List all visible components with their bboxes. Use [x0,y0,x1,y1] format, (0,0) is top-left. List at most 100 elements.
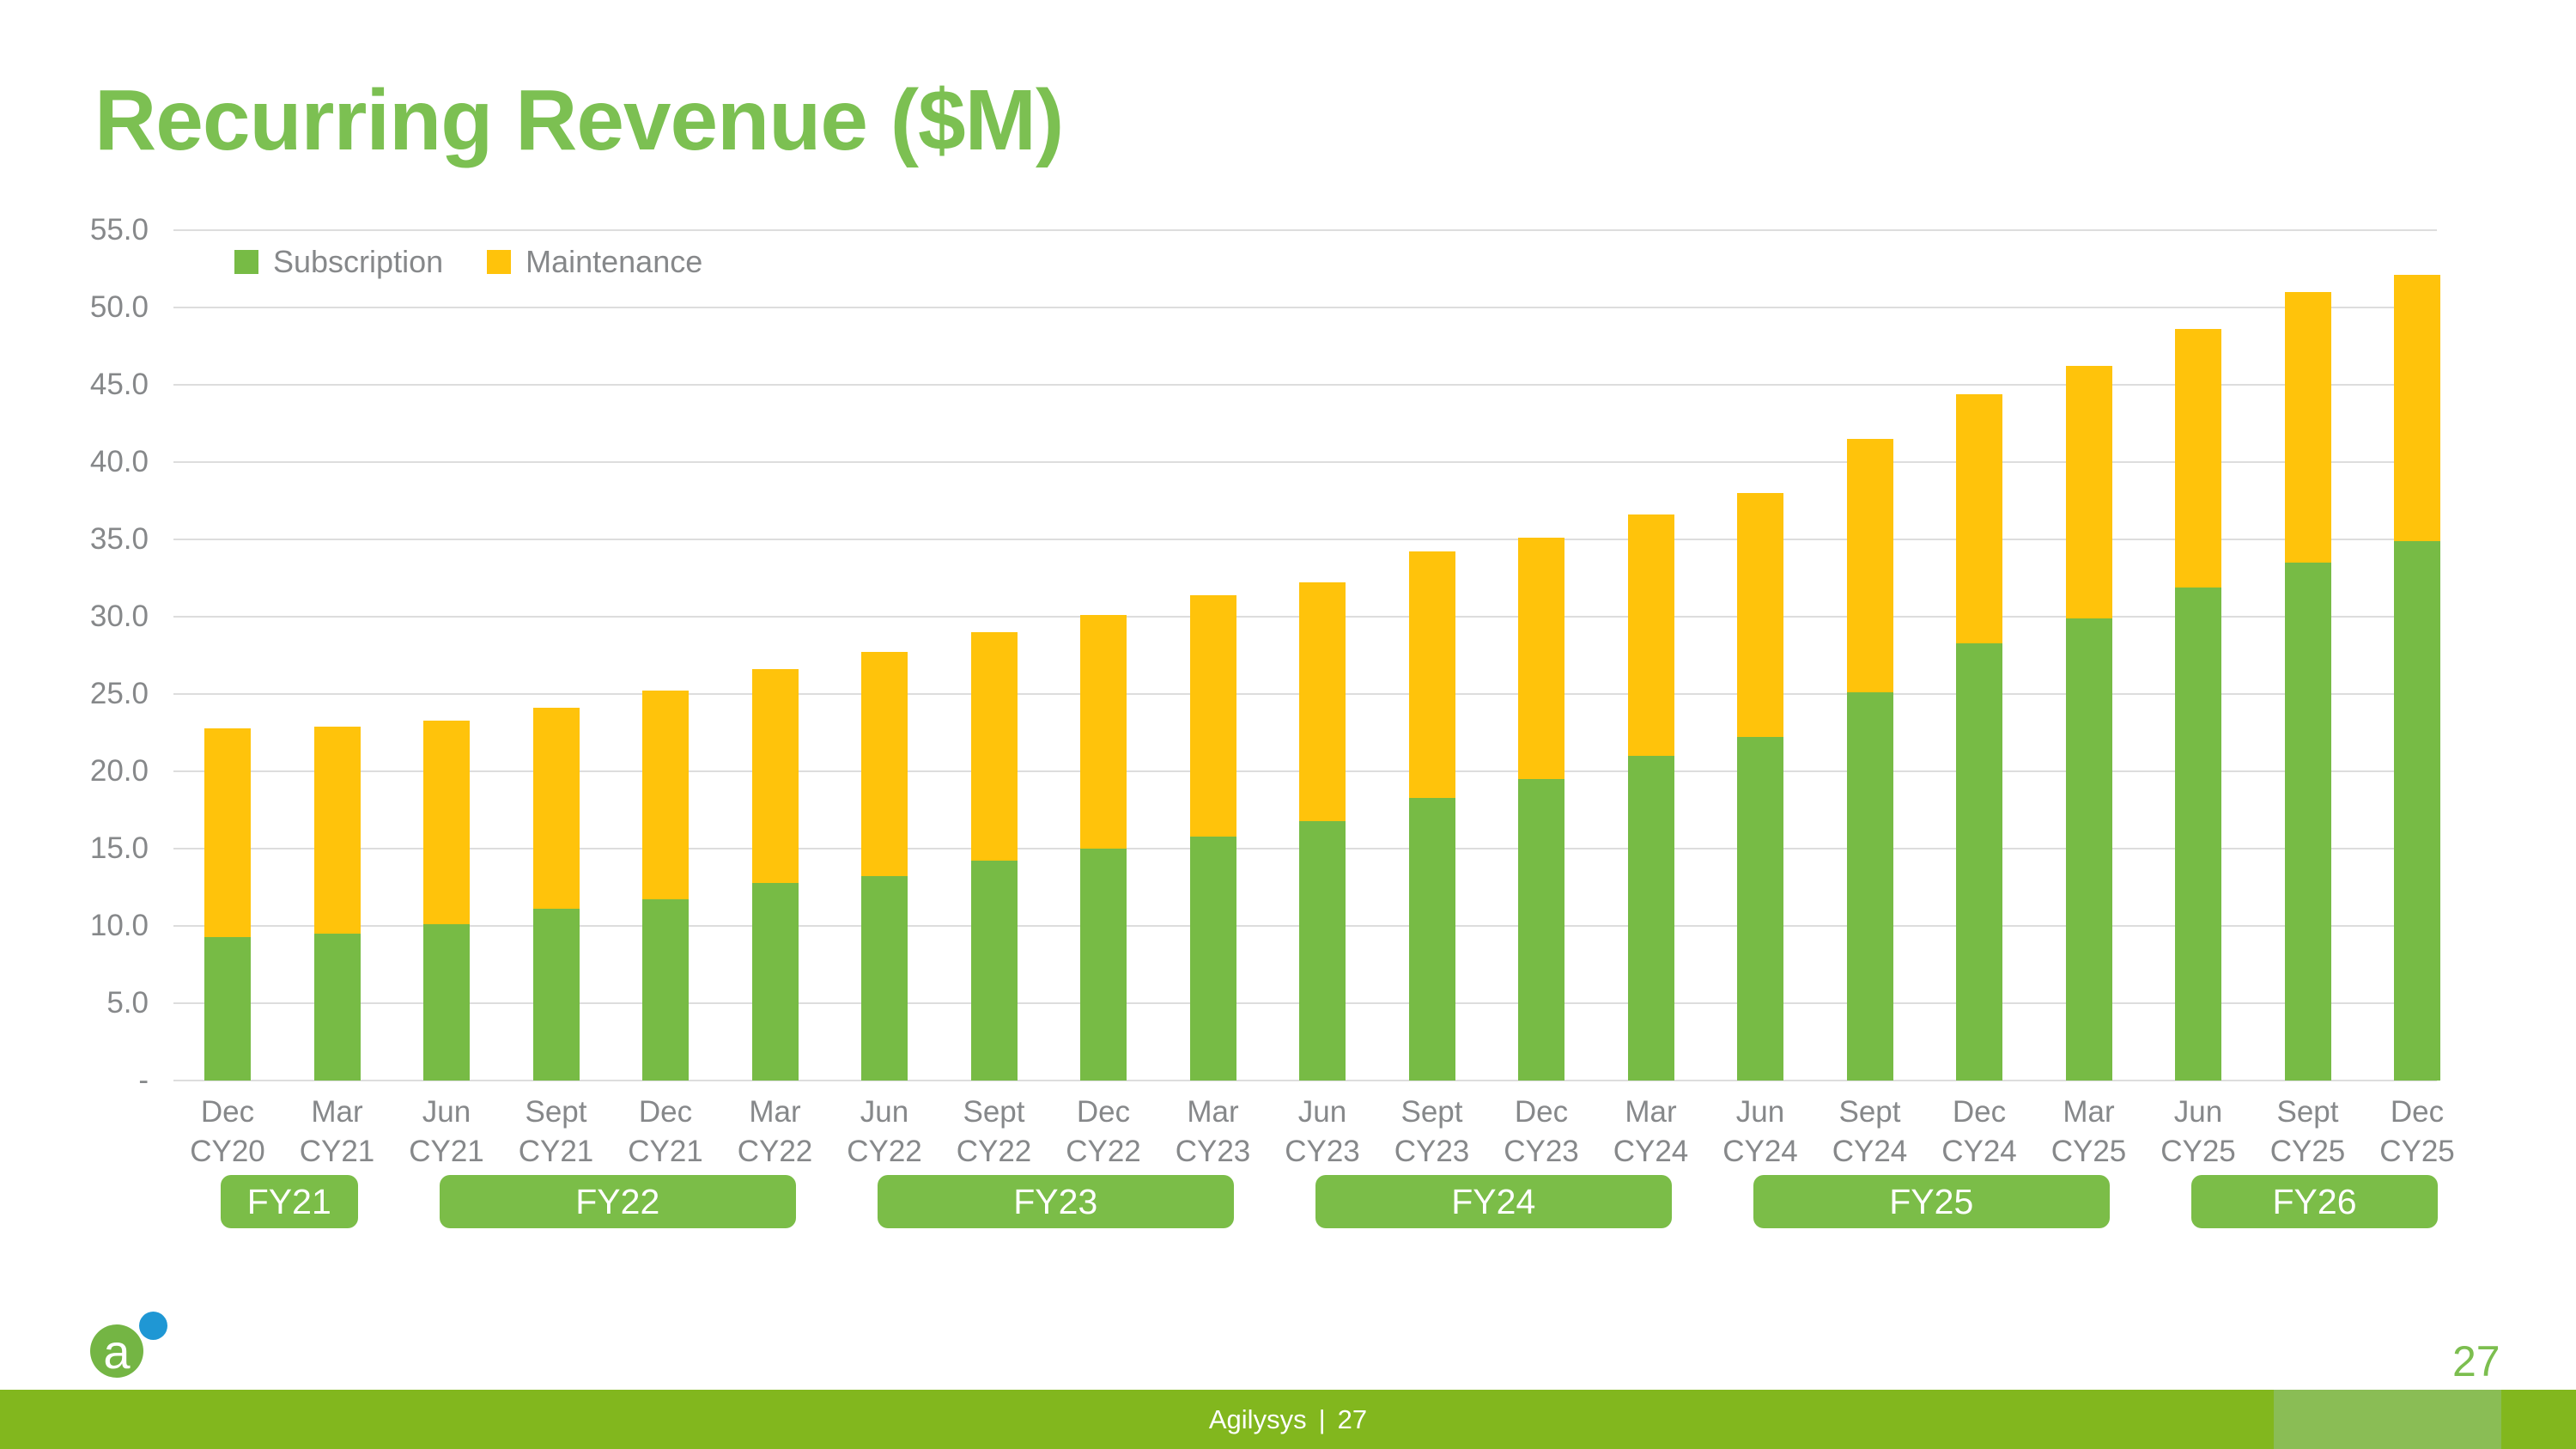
bar-group [1628,230,1674,1081]
x-tick-label: MarCY21 [277,1093,398,1172]
footer-page-number: 27 [1338,1404,1367,1435]
bar-segment-subscription [2066,618,2112,1081]
bar-segment-maintenance [1628,514,1674,756]
x-tick-label: SeptCY24 [1810,1093,1930,1172]
logo-a-mark: a [90,1324,143,1378]
y-tick-label: 15.0 [0,831,149,866]
bar-segment-subscription [2175,588,2221,1081]
x-tick-label: JunCY24 [1700,1093,1820,1172]
x-tick-label: JunCY21 [386,1093,507,1172]
fiscal-year-badge: FY25 [1753,1175,2110,1228]
bar-segment-maintenance [314,727,361,934]
bar-segment-maintenance [1190,595,1236,837]
bar-segment-subscription [2394,541,2440,1081]
x-tick-label: DecCY21 [605,1093,726,1172]
bar-segment-subscription [1737,737,1783,1081]
bar-segment-maintenance [1080,615,1127,849]
bar-group [2394,230,2440,1081]
bar-group [314,230,361,1081]
y-tick-label: 25.0 [0,677,149,711]
bar-segment-subscription [1847,692,1893,1081]
y-tick-label: 30.0 [0,600,149,634]
bar-segment-maintenance [423,721,470,925]
x-tick-label: MarCY23 [1153,1093,1273,1172]
x-tick-label: SeptCY22 [934,1093,1054,1172]
bar-segment-maintenance [1737,493,1783,737]
bar-segment-subscription [2285,563,2331,1081]
fiscal-year-badge: FY26 [2191,1175,2438,1228]
x-tick-label: SeptCY21 [496,1093,617,1172]
fiscal-year-badge: FY24 [1315,1175,1672,1228]
y-tick-label: 50.0 [0,290,149,325]
logo-blue-dot-icon [139,1312,167,1340]
bar-segment-subscription [752,883,799,1081]
bar-segment-maintenance [204,728,251,937]
x-tick-label: MarCY24 [1591,1093,1711,1172]
bar-segment-subscription [642,899,689,1081]
footer-bar: Agilysys | 27 [0,1390,2576,1449]
bar-segment-maintenance [752,669,799,882]
bar-segment-maintenance [2394,275,2440,541]
agilysys-logo: a [90,1312,176,1382]
page-number: 27 [2452,1336,2500,1386]
bar-segment-subscription [314,934,361,1081]
bar-segment-maintenance [1409,551,1455,797]
footer-brand: Agilysys [1209,1404,1307,1435]
x-tick-label: DecCY23 [1481,1093,1601,1172]
bar-segment-maintenance [2285,292,2331,563]
bar-segment-subscription [1190,837,1236,1081]
bar-segment-subscription [423,924,470,1081]
bar-segment-maintenance [2175,329,2221,588]
page-title: Recurring Revenue ($M) [94,71,1063,170]
bar-segment-maintenance [1518,538,1564,779]
bar-group [752,230,799,1081]
bar-group [2175,230,2221,1081]
x-tick-label: SeptCY25 [2248,1093,2368,1172]
bar-segment-subscription [1956,643,2002,1081]
bar-segment-subscription [971,861,1018,1081]
y-tick-label: 5.0 [0,986,149,1020]
bar-segment-maintenance [1956,394,2002,643]
y-tick-label: 20.0 [0,754,149,788]
bar-group [1737,230,1783,1081]
x-tick-label: DecCY22 [1043,1093,1163,1172]
fiscal-year-badge: FY23 [878,1175,1234,1228]
bar-segment-maintenance [533,708,580,909]
y-tick-label: 40.0 [0,445,149,479]
bar-group [423,230,470,1081]
bar-segment-subscription [1299,821,1346,1081]
bar-group [1409,230,1455,1081]
bar-group [1956,230,2002,1081]
x-tick-label: SeptCY23 [1372,1093,1492,1172]
x-tick-label: DecCY24 [1919,1093,2039,1172]
bar-group [861,230,908,1081]
bar-group [642,230,689,1081]
chart-plot-area [173,230,2437,1081]
logo-letter: a [103,1324,130,1379]
slide: Recurring Revenue ($M) Subscription Main… [0,0,2576,1449]
y-tick-label: 45.0 [0,368,149,402]
bar-group [1299,230,1346,1081]
x-tick-label: MarCY22 [715,1093,835,1172]
bar-group [533,230,580,1081]
x-tick-label: JunCY25 [2138,1093,2258,1172]
x-tick-label: DecCY25 [2357,1093,2477,1172]
bar-segment-subscription [1409,798,1455,1081]
footer-separator: | [1319,1404,1326,1435]
bar-segment-maintenance [2066,366,2112,618]
bar-segment-subscription [1628,756,1674,1081]
x-tick-label: JunCY22 [824,1093,945,1172]
fiscal-year-badge: FY22 [440,1175,796,1228]
x-axis-labels: DecCY20MarCY21JunCY21SeptCY21DecCY21MarC… [0,1093,2576,1178]
bar-group [2066,230,2112,1081]
bar-group [1518,230,1564,1081]
fiscal-year-badge: FY21 [221,1175,358,1228]
bar-segment-maintenance [1299,582,1346,820]
bar-segment-subscription [861,876,908,1081]
bar-group [1847,230,1893,1081]
bars-layer [173,230,2437,1081]
bar-segment-subscription [1518,779,1564,1081]
x-tick-label: MarCY25 [2029,1093,2149,1172]
bar-group [971,230,1018,1081]
bar-segment-maintenance [971,632,1018,861]
